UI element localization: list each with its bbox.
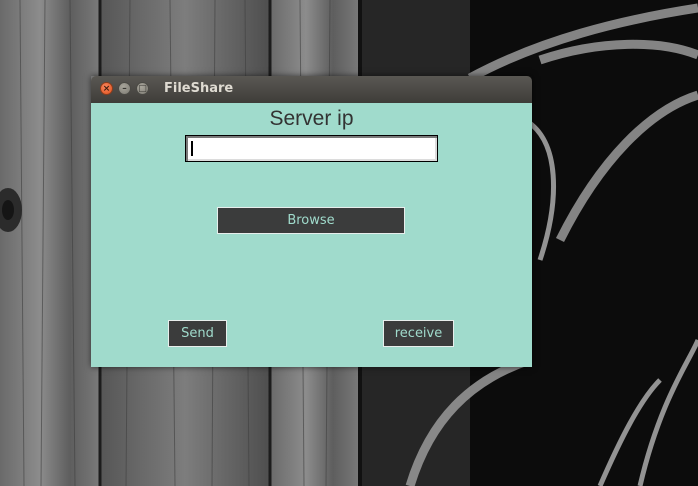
receive-button[interactable]: receive	[383, 320, 454, 347]
server-ip-label: Server ip	[269, 107, 354, 130]
window-content: Server ip Browse Send receive	[91, 103, 532, 367]
send-button[interactable]: Send	[168, 320, 227, 347]
server-ip-input[interactable]	[185, 135, 438, 162]
browse-button[interactable]: Browse	[217, 207, 405, 234]
minimize-icon[interactable]: –	[118, 82, 131, 95]
text-cursor	[191, 141, 193, 156]
window-title: FileShare	[164, 81, 234, 96]
fileshare-window: × – □ FileShare Server ip Browse Send re…	[91, 76, 532, 367]
close-icon[interactable]: ×	[100, 82, 113, 95]
maximize-icon[interactable]: □	[136, 82, 149, 95]
title-bar[interactable]: × – □ FileShare	[91, 76, 532, 103]
